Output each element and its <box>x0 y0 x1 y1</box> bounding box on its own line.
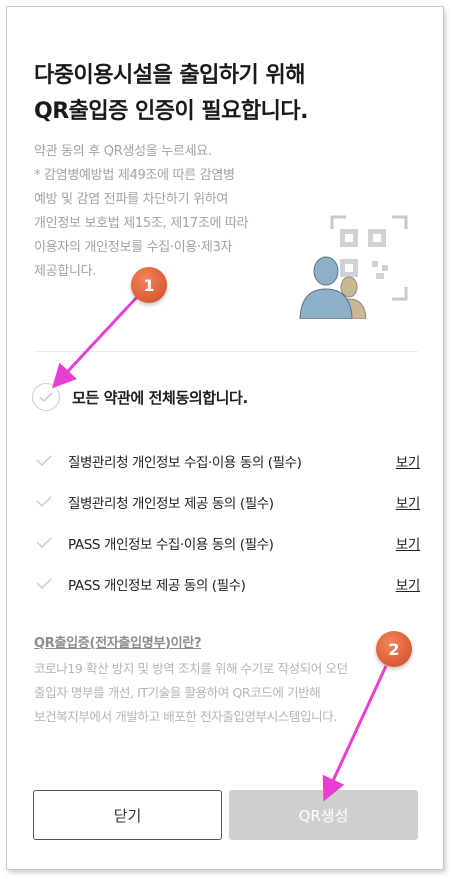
agree-all-label: 모든 약관에 전체동의합니다. <box>72 388 248 407</box>
term-label: 질병관리청 개인정보 수집·이용 동의 (필수) <box>68 454 302 471</box>
term-label: PASS 개인정보 제공 동의 (필수) <box>68 577 246 594</box>
checkmark-icon <box>36 455 52 466</box>
term-row: PASS 개인정보 수집·이용 동의 (필수) 보기 <box>34 522 420 563</box>
term-row: 질병관리청 개인정보 수집·이용 동의 (필수) 보기 <box>34 440 420 481</box>
title-line-2: QR출입증 인증이 필요합니다. <box>34 99 308 124</box>
term-view-link[interactable]: 보기 <box>396 451 421 471</box>
agree-all-checkbox[interactable]: 모든 약관에 전체동의합니다. <box>32 380 416 414</box>
description-line: 약관 동의 후 QR생성을 누르세요. <box>34 144 212 159</box>
qr-info-title-link[interactable]: QR출입증(전자출입명부)이란? <box>34 633 202 655</box>
qr-info-line: 보건복지부에서 개발하고 배포한 전자출입명부시스템입니다. <box>34 709 337 724</box>
term-row: PASS 개인정보 제공 동의 (필수) 보기 <box>34 563 420 604</box>
term-label: PASS 개인정보 수집·이용 동의 (필수) <box>68 536 274 553</box>
annotation-marker-2: 2 <box>376 631 412 667</box>
consent-dialog <box>6 6 444 870</box>
term-view-link[interactable]: 보기 <box>396 533 421 553</box>
qr-generate-button[interactable]: QR생성 <box>229 790 418 840</box>
description-line: 예방 및 감염 전파를 차단하기 위하여 <box>34 192 229 207</box>
qr-info-line: 코로나19 확산 방지 및 방역 조치를 위해 수기로 작성되어 오던 <box>34 661 348 676</box>
term-checkbox[interactable] <box>34 451 54 471</box>
annotation-marker-1: 1 <box>131 267 167 303</box>
page-title: 다중이용시설을 출입하기 위해 QR출입증 인증이 필요합니다. <box>34 58 414 130</box>
qr-info-body: 코로나19 확산 방지 및 방역 조치를 위해 수기로 작성되어 오던 출입자 … <box>34 657 424 729</box>
checkmark-icon <box>39 391 53 402</box>
description-line: 이용자의 개인정보를 수집·이용·제3자 <box>34 240 233 255</box>
description-line: 제공합니다. <box>34 264 97 279</box>
qr-info-line: 출입자 명부를 개선, IT기술을 활용하여 QR코드에 기반해 <box>34 685 321 700</box>
term-checkbox[interactable] <box>34 492 54 512</box>
term-label: 질병관리청 개인정보 제공 동의 (필수) <box>68 495 274 512</box>
term-view-link[interactable]: 보기 <box>396 492 421 512</box>
checkmark-icon <box>36 578 52 589</box>
agree-all-check-circle[interactable] <box>32 383 60 411</box>
checkmark-icon <box>36 537 52 548</box>
terms-list: 질병관리청 개인정보 수집·이용 동의 (필수) 보기 질병관리청 개인정보 제… <box>34 440 420 604</box>
qr-people-illustration-icon <box>299 215 408 319</box>
term-row: 질병관리청 개인정보 제공 동의 (필수) 보기 <box>34 481 420 522</box>
description-line: 개인정보 보호법 제15조, 제17조에 따라 <box>34 216 249 231</box>
checkmark-icon <box>36 496 52 507</box>
close-button[interactable]: 닫기 <box>33 790 222 840</box>
section-divider <box>34 351 418 352</box>
qr-info-section: QR출입증(전자출입명부)이란? 코로나19 확산 방지 및 방역 조치를 위해… <box>34 632 424 729</box>
term-checkbox[interactable] <box>34 574 54 594</box>
term-view-link[interactable]: 보기 <box>396 574 421 594</box>
term-checkbox[interactable] <box>34 533 54 553</box>
title-line-1: 다중이용시설을 출입하기 위해 <box>34 63 305 88</box>
description-line: * 감염병예방법 제49조에 따른 감염병 <box>34 168 235 183</box>
description-text: 약관 동의 후 QR생성을 누르세요. * 감염병예방법 제49조에 따른 감염… <box>34 140 314 284</box>
